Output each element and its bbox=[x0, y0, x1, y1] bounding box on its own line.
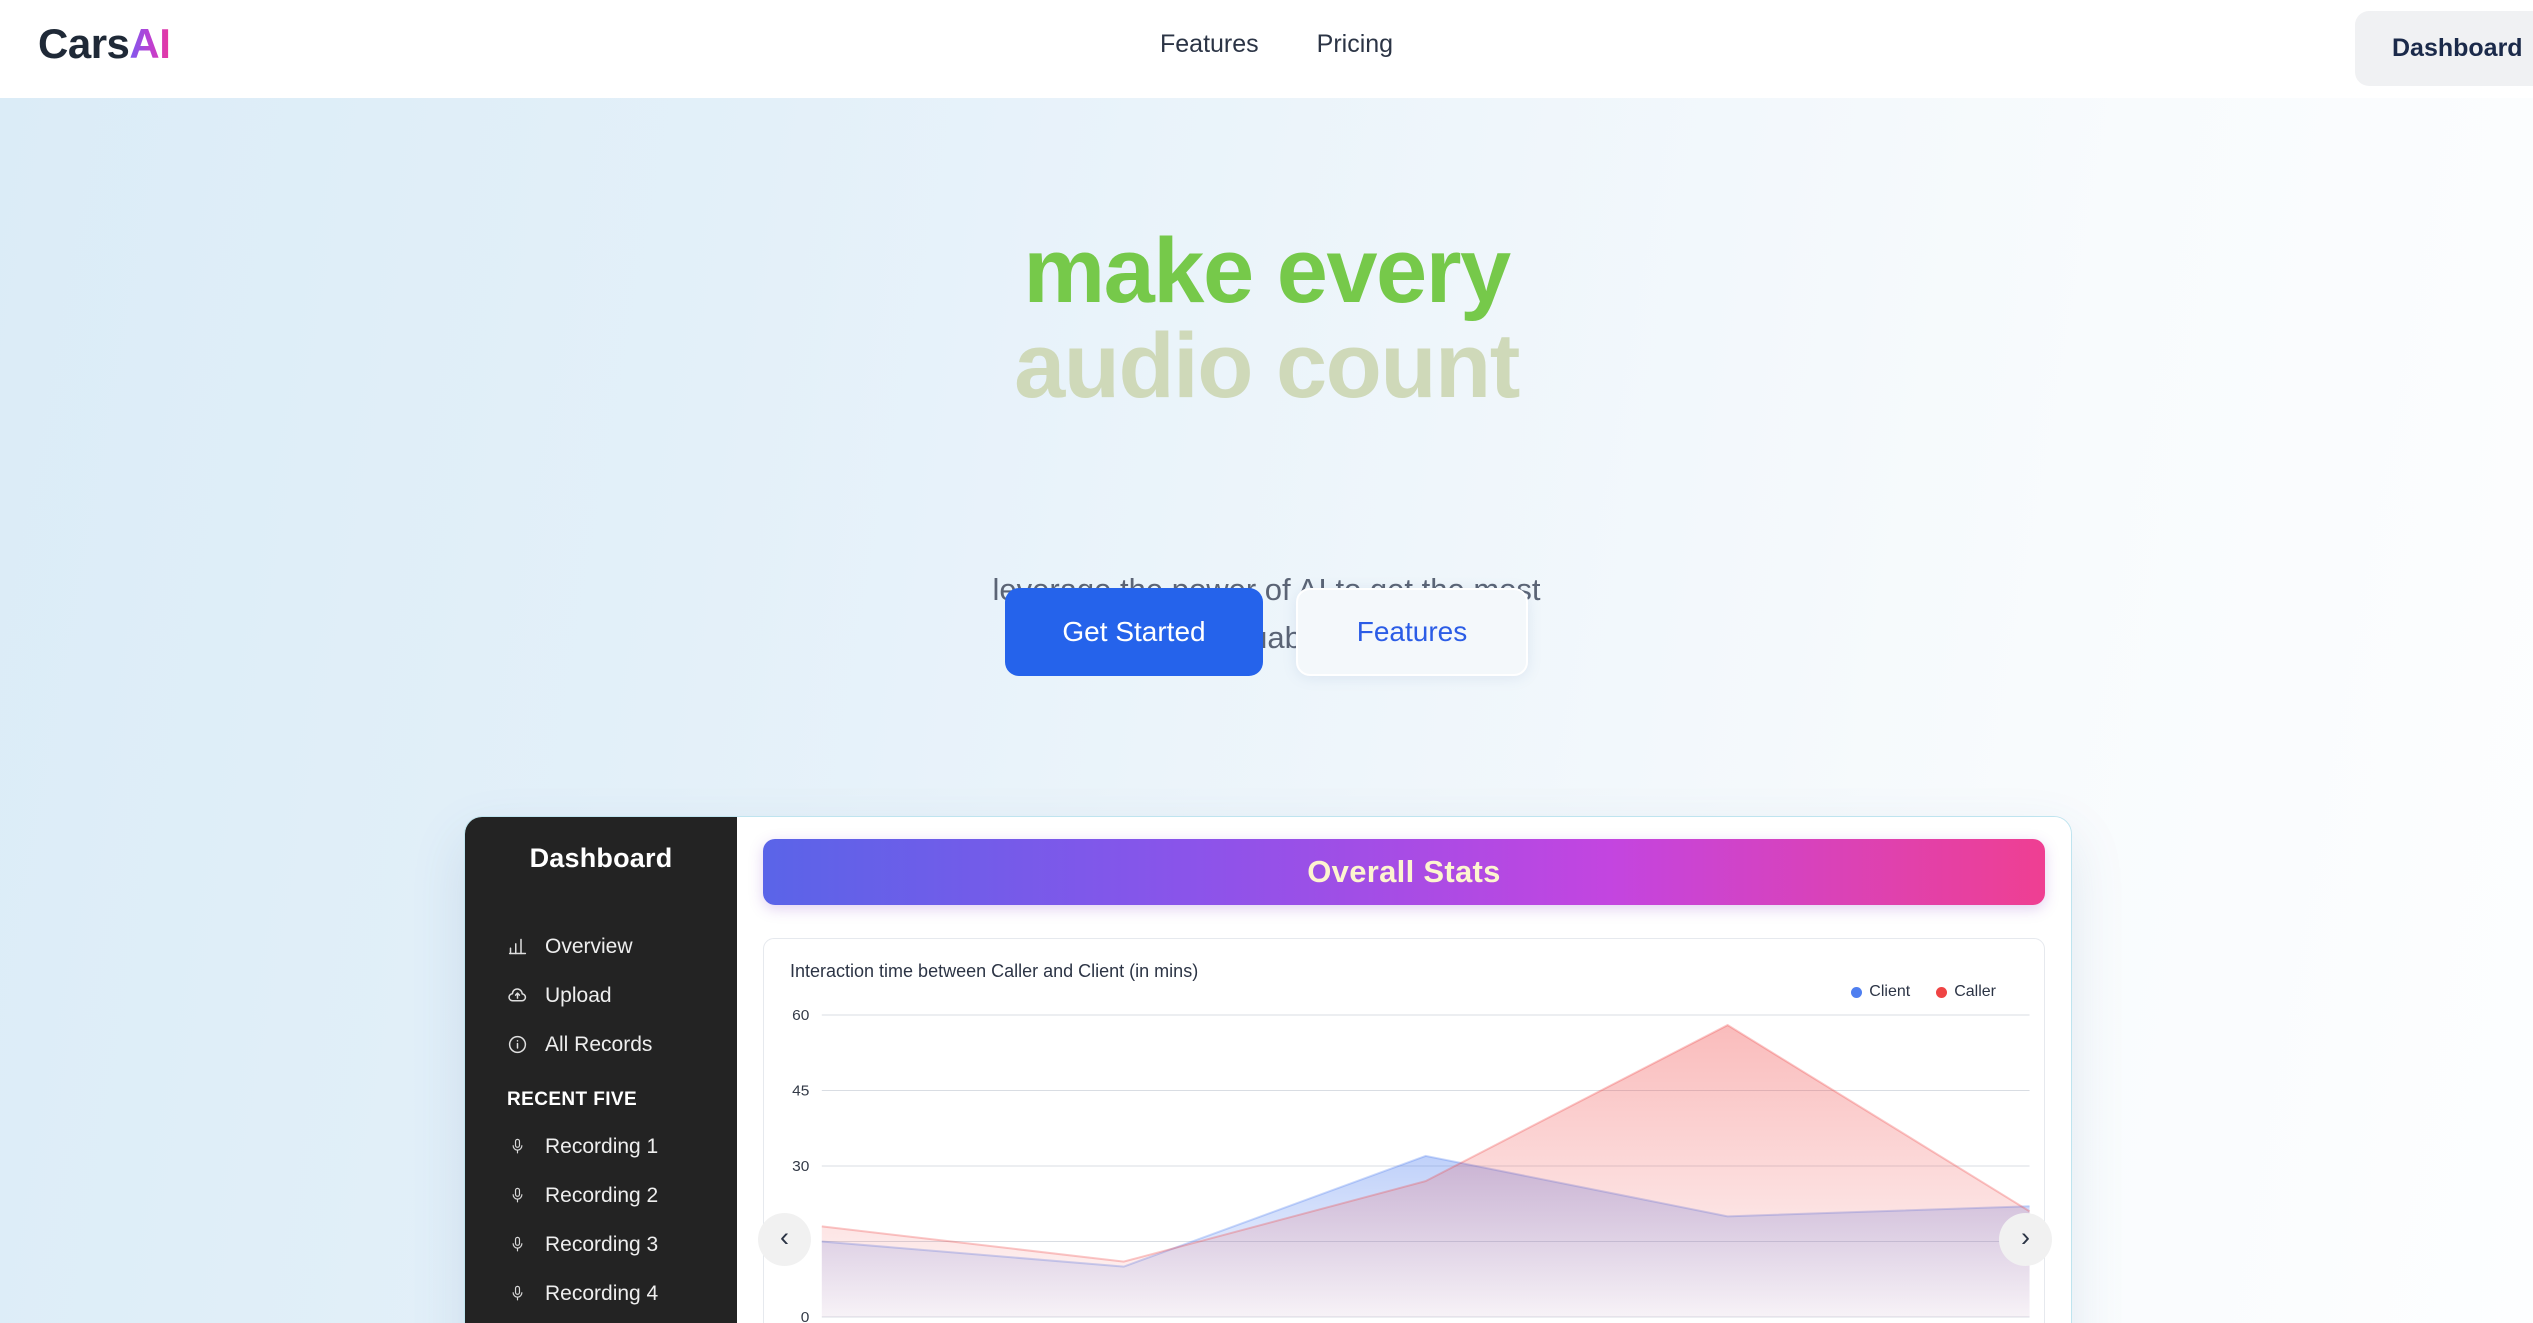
cloud-upload-icon bbox=[507, 985, 528, 1006]
headline-line-1: make every bbox=[1023, 220, 1511, 322]
sidebar-item-label: Recording 3 bbox=[545, 1232, 659, 1256]
hero-cta-row: Get Started Features bbox=[0, 588, 2533, 676]
nav-link-features[interactable]: Features bbox=[1160, 30, 1259, 59]
carousel-prev-button[interactable]: ‹ bbox=[758, 1213, 811, 1266]
legend-label: Client bbox=[1869, 983, 1911, 1000]
legend-dot-caller bbox=[1936, 986, 1948, 998]
legend-label: Caller bbox=[1954, 983, 1996, 1000]
microphone-icon bbox=[507, 1283, 528, 1304]
legend-item-caller[interactable]: Caller bbox=[1936, 983, 1996, 1001]
nav-links: Features Pricing bbox=[1160, 30, 1393, 59]
headline-line-2: audio count bbox=[1014, 315, 1520, 418]
sidebar-item-label: Recording 2 bbox=[545, 1183, 659, 1207]
logo-text-accent: AI bbox=[129, 20, 171, 67]
svg-text:30: 30 bbox=[792, 1158, 809, 1175]
sidebar-item-recording-2[interactable]: Recording 2 bbox=[465, 1171, 737, 1220]
sidebar-item-label: Recording 1 bbox=[545, 1134, 659, 1158]
chart-legend: Client Caller bbox=[1851, 983, 1996, 1001]
carousel-next-button[interactable]: › bbox=[1999, 1213, 2052, 1266]
preview-main: Overall Stats Interaction time between C… bbox=[737, 817, 2071, 1323]
sidebar-item-all-records[interactable]: All Records bbox=[465, 1020, 737, 1069]
sidebar-item-label: Recording 4 bbox=[545, 1281, 659, 1305]
chart-title: Interaction time between Caller and Clie… bbox=[790, 961, 1199, 981]
features-button[interactable]: Features bbox=[1296, 588, 1528, 676]
dashboard-button[interactable]: Dashboard bbox=[2355, 11, 2533, 86]
sidebar-item-label: Upload bbox=[545, 983, 612, 1007]
sidebar-item-overview[interactable]: Overview bbox=[465, 922, 737, 971]
hero-headline: make every audio count bbox=[0, 220, 2533, 418]
sidebar-item-recording-5[interactable]: Recording 5 bbox=[465, 1318, 737, 1323]
legend-item-client[interactable]: Client bbox=[1851, 983, 1910, 1001]
chart-panel: Interaction time between Caller and Clie… bbox=[763, 938, 2045, 1323]
logo-text-primary: Cars bbox=[38, 20, 130, 67]
microphone-icon bbox=[507, 1185, 528, 1206]
hero-section: make every audio count leverage the powe… bbox=[0, 98, 2533, 1323]
overall-stats-banner: Overall Stats bbox=[763, 839, 2045, 905]
svg-text:60: 60 bbox=[792, 1007, 809, 1024]
sidebar-title: Dashboard bbox=[529, 843, 673, 873]
sidebar-item-label: Overview bbox=[545, 934, 633, 958]
microphone-icon bbox=[507, 1234, 528, 1255]
microphone-icon bbox=[507, 1136, 528, 1157]
sidebar-item-upload[interactable]: Upload bbox=[465, 971, 737, 1020]
bar-chart-icon bbox=[507, 936, 528, 957]
sidebar-section-label: RECENT FIVE bbox=[507, 1089, 638, 1110]
sidebar-item-recording-4[interactable]: Recording 4 bbox=[465, 1269, 737, 1318]
preview-sidebar: Dashboard Overview Upload All Records RE… bbox=[465, 817, 737, 1323]
sidebar-item-recording-1[interactable]: Recording 1 bbox=[465, 1122, 737, 1171]
area-chart-svg: 015304560Rec. 1Rec. 2Rec. 3Rec. 4Rec. 5 bbox=[792, 1007, 2031, 1323]
nav-link-pricing[interactable]: Pricing bbox=[1317, 30, 1393, 59]
sidebar-item-recording-3[interactable]: Recording 3 bbox=[465, 1220, 737, 1269]
chart-plot-area: 015304560Rec. 1Rec. 2Rec. 3Rec. 4Rec. 5 bbox=[764, 1007, 2044, 1323]
legend-dot-client bbox=[1851, 986, 1863, 998]
dashboard-preview-card: Dashboard Overview Upload All Records RE… bbox=[464, 816, 2072, 1323]
sidebar-item-label: All Records bbox=[545, 1032, 653, 1056]
svg-text:45: 45 bbox=[792, 1083, 809, 1100]
get-started-button[interactable]: Get Started bbox=[1005, 588, 1263, 676]
top-navbar: CarsAI Features Pricing Dashboard bbox=[0, 0, 2533, 98]
svg-text:0: 0 bbox=[801, 1309, 810, 1323]
brand-logo[interactable]: CarsAI bbox=[38, 20, 171, 68]
info-circle-icon bbox=[507, 1034, 528, 1055]
